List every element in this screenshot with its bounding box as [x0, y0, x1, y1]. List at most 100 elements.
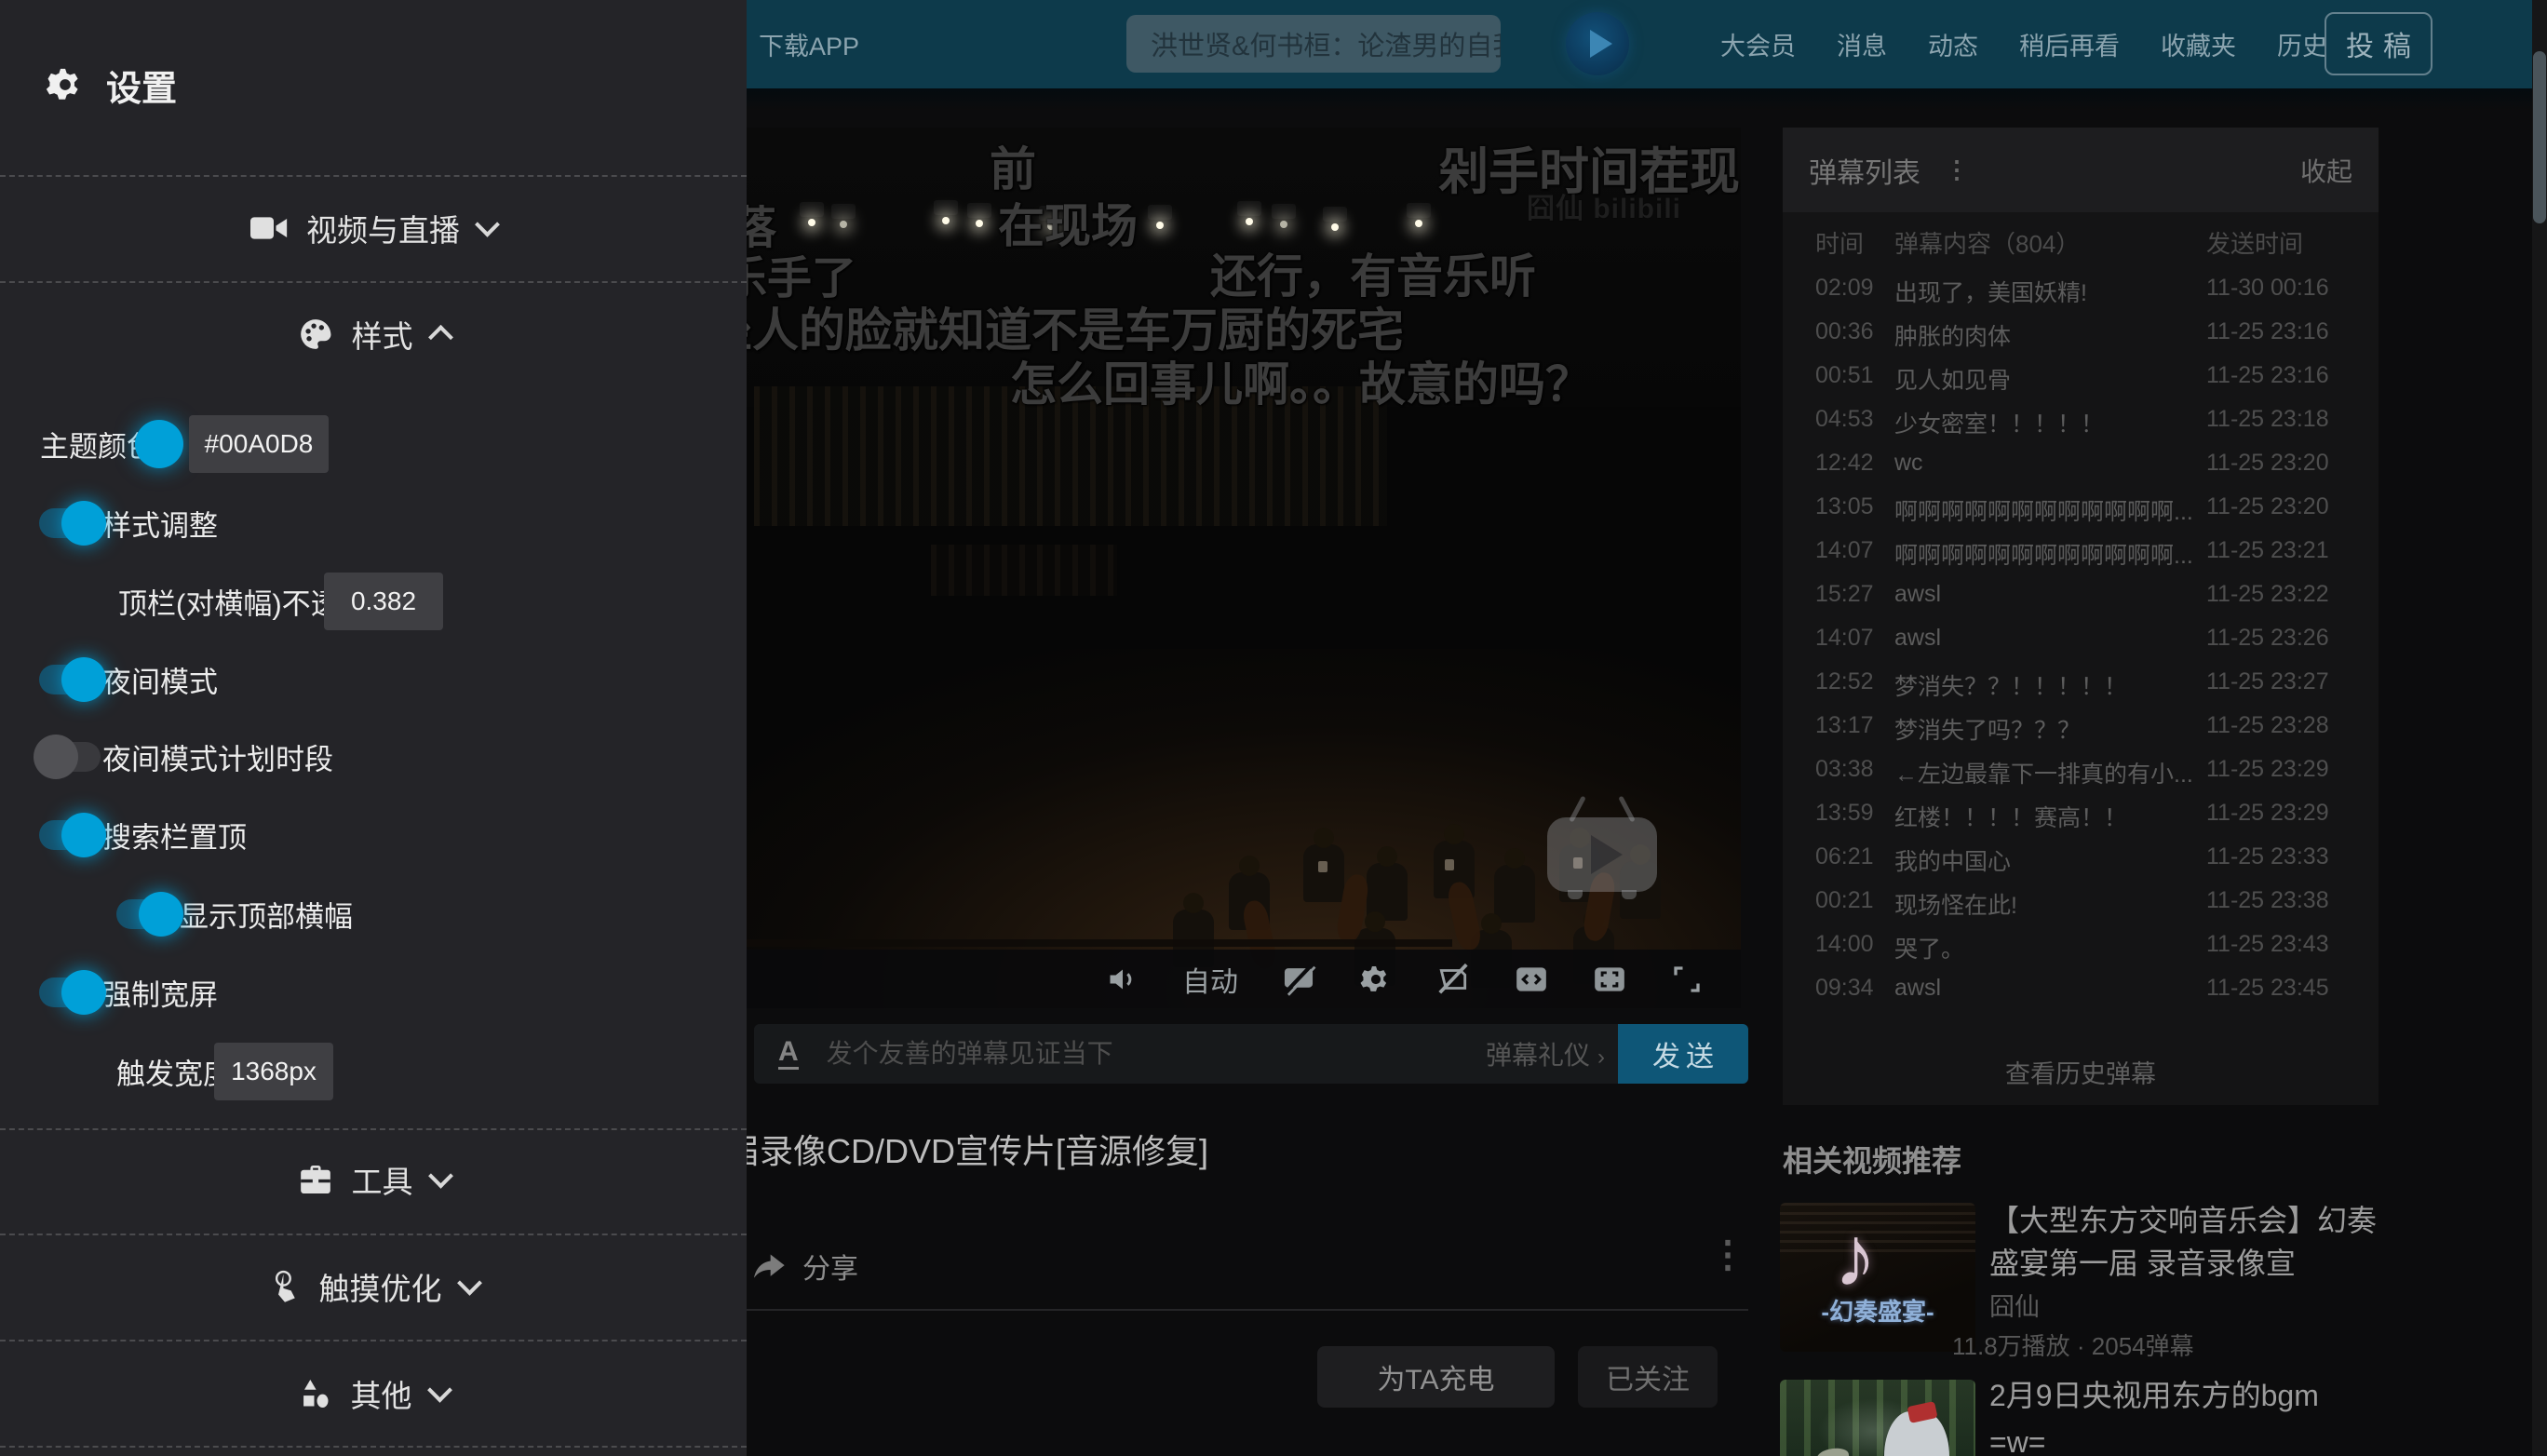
stage-edge — [652, 939, 1452, 947]
play-button[interactable] — [1547, 817, 1657, 892]
section-label: 触摸优化 — [319, 1264, 442, 1309]
search-input[interactable]: 洪世贤&何书桓：论渣男的自我修养 — [1126, 15, 1501, 73]
toggle-knob — [139, 892, 183, 937]
chevron-down-icon — [428, 1163, 453, 1188]
danmaku-row: 04:53少女密室！！！！！11-25 23:18 — [1783, 406, 2379, 450]
page-scrollbar-thumb[interactable] — [2533, 51, 2546, 223]
danmaku-panel-title: 弹幕列表 — [1809, 150, 1920, 191]
danmaku-text-input[interactable] — [825, 1038, 1486, 1070]
danmaku-time: 14:00 — [1815, 931, 1874, 958]
toggle-强制宽屏[interactable] — [39, 977, 101, 1007]
settings-title: 设置 — [106, 60, 177, 111]
quality-selector[interactable]: 自动 — [1182, 959, 1238, 1000]
danmaku-toggle-icon[interactable] — [1281, 962, 1316, 997]
charge-button[interactable]: 为TA充电 — [1317, 1346, 1555, 1408]
light-dot — [1156, 222, 1164, 229]
danmaku-sent-time: 11-25 23:29 — [2206, 800, 2329, 827]
widescreen-icon[interactable] — [1514, 962, 1549, 997]
toggle-搜索栏置顶[interactable] — [39, 820, 101, 850]
light-fixture — [967, 203, 991, 218]
toggle-样式调整[interactable] — [39, 508, 101, 538]
nav-link-动态[interactable]: 动态 — [1928, 26, 1978, 62]
related-video-2-title[interactable]: 2月9日央视用东方的bgm=w= — [1989, 1372, 2321, 1456]
fullscreen-icon[interactable] — [1670, 963, 1704, 996]
danmaku-send-bar: A 弹幕礼仪› 发送 — [754, 1024, 1748, 1084]
danmaku-sent-time: 11-30 00:16 — [2206, 275, 2329, 302]
toggle-夜间模式[interactable] — [39, 665, 101, 694]
danmaku-sent-time: 11-25 23:18 — [2206, 406, 2329, 433]
light-dot — [976, 220, 983, 227]
overlay-danmaku: 怎么回事儿啊。。故意的吗？ — [1010, 347, 1592, 414]
related-video-1-thumbnail[interactable]: ♪ -幻奏盛宴- — [1780, 1203, 1975, 1352]
subtitle-off-icon[interactable] — [1435, 962, 1471, 997]
share-label: 分享 — [802, 1246, 858, 1287]
light-dot — [942, 217, 950, 224]
toggle-显示顶部横幅[interactable] — [116, 899, 178, 929]
danmaku-row: 09:34awsl11-25 23:45 — [1783, 975, 2379, 1018]
more-options-icon[interactable]: ⋮ — [1709, 1244, 1746, 1267]
followed-button[interactable]: 已关注 — [1578, 1346, 1718, 1408]
divider — [745, 1309, 1748, 1311]
danmaku-time: 15:27 — [1815, 581, 1874, 608]
thumbnail-caption: -幻奏盛宴- — [1780, 1293, 1975, 1328]
post-video-button[interactable]: 投稿 — [2325, 12, 2432, 75]
danmaku-style-icon[interactable]: A — [778, 1038, 799, 1070]
danmaku-etiquette-link[interactable]: 弹幕礼仪› — [1486, 1035, 1605, 1072]
related-video-1-author[interactable]: 囧仙 — [1989, 1287, 2040, 1323]
nav-links: 大会员 消息 动态 稍后再看 收藏夹 历史 — [1720, 0, 2327, 88]
setting-label-显示顶部横幅: 显示顶部横幅 — [180, 894, 353, 936]
danmaku-row: 14:07awsl11-25 23:26 — [1783, 625, 2379, 668]
light-dot — [808, 219, 815, 226]
send-danmaku-button[interactable]: 发送 — [1618, 1024, 1748, 1084]
danmaku-panel-menu-icon[interactable]: ⋮ — [1945, 161, 1969, 178]
nav-link-大会员[interactable]: 大会员 — [1720, 26, 1796, 62]
section-tools[interactable]: 工具 — [0, 1147, 747, 1212]
download-app-link[interactable]: 下载APP — [759, 0, 859, 88]
divider — [0, 281, 747, 283]
nav-link-消息[interactable]: 消息 — [1837, 26, 1887, 62]
danmaku-sent-time: 11-25 23:21 — [2206, 537, 2329, 564]
gear-icon — [45, 64, 86, 105]
divider — [0, 1234, 747, 1235]
danmaku-sent-time: 11-25 23:43 — [2206, 931, 2329, 958]
theme-color-swatch[interactable] — [135, 420, 183, 468]
watchlater-play-icon[interactable] — [1566, 12, 1629, 75]
share-button[interactable]: 分享 — [750, 1246, 858, 1287]
col-content: 弹幕内容（804） — [1894, 225, 2080, 260]
setting-input-主题颜色[interactable]: #00A0D8 — [189, 415, 329, 473]
web-fullscreen-icon[interactable] — [1592, 962, 1627, 997]
nav-link-稍后再看[interactable]: 稍后再看 — [2019, 26, 2120, 62]
related-video-1-title[interactable]: 【大型东方交响音乐会】幻奏盛宴第一届 录音录像宣 — [1989, 1199, 2380, 1285]
related-video-1-stats: 11.8万播放 · 2054弹幕 — [1952, 1328, 2194, 1362]
section-video-live[interactable]: 视频与直播 — [0, 195, 747, 261]
toggle-夜间模式计划时段[interactable] — [39, 742, 101, 772]
light-dot — [840, 221, 847, 228]
video-camera-icon — [250, 214, 288, 242]
collapse-panel-button[interactable]: 收起 — [2300, 152, 2352, 189]
danmaku-content: ←左边最靠下一排真的有小... — [1894, 756, 2202, 789]
danmaku-row: 12:52梦消失？？！！！！！11-25 23:27 — [1783, 668, 2379, 712]
danmaku-row: 00:36肿胀的肉体11-25 23:16 — [1783, 318, 2379, 362]
nav-link-历史[interactable]: 历史 — [2277, 26, 2327, 62]
setting-label-强制宽屏: 强制宽屏 — [102, 972, 218, 1014]
light-dot — [1331, 223, 1339, 231]
nav-link-收藏夹[interactable]: 收藏夹 — [2161, 26, 2236, 62]
danmaku-content: 少女密室！！！！！ — [1894, 406, 2202, 439]
section-style[interactable]: 样式 — [0, 302, 747, 367]
related-video-2-thumbnail[interactable] — [1780, 1380, 1975, 1456]
danmaku-time: 13:05 — [1815, 493, 1874, 520]
divider — [0, 175, 747, 177]
danmaku-content: 啊啊啊啊啊啊啊啊啊啊啊啊... — [1894, 493, 2202, 527]
setting-input-顶栏(对横幅)不透明度[interactable]: 0.382 — [324, 573, 443, 630]
section-touch[interactable]: 触摸优化 — [0, 1254, 747, 1319]
volume-icon[interactable] — [1106, 963, 1139, 996]
danmaku-sent-time: 11-25 23:33 — [2206, 843, 2329, 870]
view-history-danmaku-link[interactable]: 查看历史弹幕 — [1783, 1054, 2379, 1090]
video-player[interactable]: 前剁手时间茬现落在现场乐手了还行，有音乐听坐人的脸就知道不是车万厨的死宅怎么回事… — [652, 128, 1741, 1008]
danmaku-content: 出现了，美国妖精! — [1894, 275, 2202, 308]
setting-input-触发宽度[interactable]: 1368px — [214, 1043, 333, 1100]
danmaku-settings-gear-icon[interactable] — [1359, 963, 1393, 996]
section-other[interactable]: 其他 — [0, 1361, 747, 1426]
light-dot — [1280, 221, 1287, 228]
danmaku-sent-time: 11-25 23:20 — [2206, 493, 2329, 520]
